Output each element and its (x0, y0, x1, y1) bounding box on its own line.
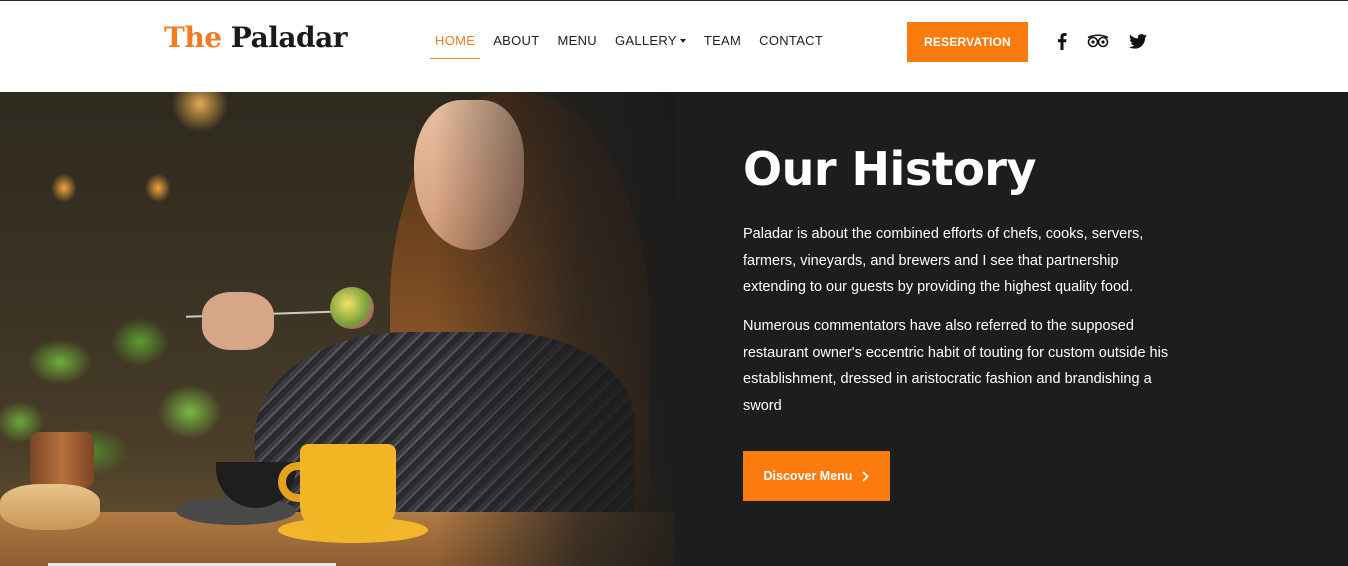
photo-shadow (435, 92, 675, 566)
photo-salad (330, 287, 374, 329)
photo-hand (202, 292, 274, 350)
history-paragraph-2: Numerous commentators have also referred… (743, 318, 1169, 414)
facebook-icon[interactable] (1051, 31, 1073, 51)
photo-bread (0, 484, 100, 530)
nav-item-about[interactable]: ABOUT (484, 33, 548, 59)
site-logo[interactable]: The Paladar (164, 21, 347, 54)
photo-cup (300, 444, 396, 532)
reservation-button[interactable]: RESERVATION (907, 22, 1028, 62)
nav-item-menu[interactable]: MENU (549, 33, 606, 59)
nav-item-team[interactable]: TEAM (695, 33, 750, 59)
nav-item-home[interactable]: HOME (430, 33, 481, 59)
logo-accent: The (164, 21, 222, 54)
nav-item-gallery[interactable]: GALLERY (606, 33, 695, 59)
site-header: The Paladar HOME ABOUT MENU GALLERY TEAM… (0, 0, 1348, 92)
tripadvisor-icon[interactable] (1087, 31, 1109, 51)
history-paragraph-1: Paladar is about the combined efforts of… (743, 226, 1144, 295)
section-title: Our History (743, 142, 1036, 196)
main-nav: HOME ABOUT MENU GALLERY TEAM CONTACT (430, 33, 832, 59)
discover-menu-button[interactable]: Discover Menu (743, 451, 890, 501)
nav-item-contact[interactable]: CONTACT (750, 33, 832, 59)
hero-photo (0, 92, 675, 566)
photo-pot (30, 432, 94, 488)
caret-down-icon (679, 39, 686, 43)
twitter-icon[interactable] (1127, 31, 1149, 51)
discover-menu-label: Discover Menu (763, 469, 853, 483)
nav-item-gallery-label: GALLERY (614, 33, 677, 48)
chevron-right-icon (862, 470, 870, 482)
logo-main: Paladar (230, 21, 348, 54)
history-section: Our History Paladar is about the combine… (675, 92, 1348, 566)
